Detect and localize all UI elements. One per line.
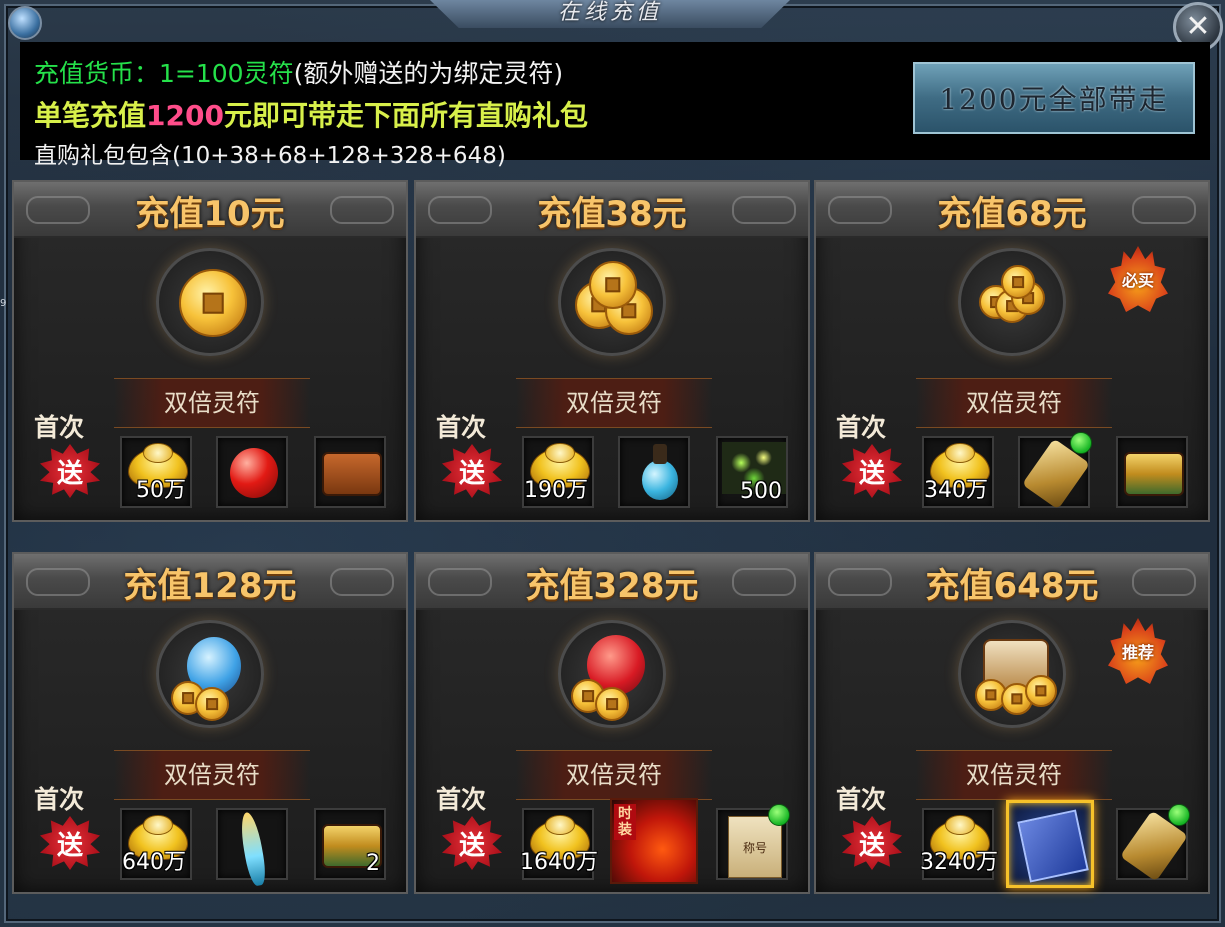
red-apple-icon [230,448,278,498]
reward-count: 2 [366,851,380,876]
bound-note: (额外赠送的为绑定灵符) [293,59,564,88]
gift-badge: 送 [842,816,902,870]
window-title: 在线充值 [557,0,662,25]
recharge-card-68: 充值68元 必买 双倍灵符 首次 送 340万 [814,180,1210,522]
reward-slot-apple[interactable] [216,436,288,508]
promo-line: 单笔充值1200元即可带走下面所有直购礼包 [34,94,588,134]
card-title: 充值128元 [123,566,297,606]
recharge-card-328: 充值328元 双倍灵符 首次 送 1640万 时装 称号 [414,552,810,894]
reward-count: 50万 [136,478,186,503]
promo-suffix: 元即可带走下面所有直购礼包 [223,99,588,132]
gift-badge: 送 [442,816,502,870]
must-buy-badge: 必买 [1108,246,1168,312]
gift-badge: 送 [442,444,502,498]
gift-badge: 送 [40,816,100,870]
reward-slot-gold[interactable]: 640万 [120,808,192,880]
card-header: 充值38元 [416,182,808,238]
card-header: 充值10元 [14,182,406,238]
exchange-rate-line: 充值货币：1=100灵符(额外赠送的为绑定灵符) [34,54,563,90]
first-time-label: 首次 [34,413,85,442]
first-time-label: 首次 [34,785,85,814]
fashion-tag: 时装 [614,804,636,840]
reward-slot-scroll[interactable] [1116,804,1190,882]
reward-count: 3240万 [920,850,998,875]
recharge-card-648: 充值648元 推荐 双倍灵符 首次 送 3240万 [814,552,1210,894]
reward-slot-gold[interactable]: 340万 [922,436,994,508]
reward-slot-gold[interactable]: 190万 [522,436,594,508]
reward-count: 1640万 [520,850,598,875]
recharge-card-38: 充值38元 双倍灵符 首次 送 190万 500 [414,180,810,522]
blue-potion-icon [634,444,678,502]
reward-slot-scroll[interactable] [1018,432,1092,510]
promo-amount: 1200 [146,99,224,132]
card-title: 充值68元 [937,194,1087,234]
buy-all-button[interactable]: 1200元全部带走 [913,62,1195,134]
double-rune-label: 双倍灵符 [516,750,712,800]
reward-slot-gold[interactable]: 3240万 [920,808,998,880]
new-indicator-icon [768,804,790,826]
new-indicator-icon [1070,432,1092,454]
first-time-label: 首次 [436,413,487,442]
side-number: 9 [0,298,7,309]
bronze-chest-icon [322,452,382,496]
new-indicator-icon [1168,804,1190,826]
coin-stack-icon[interactable] [558,248,666,356]
recharge-card-128: 充值128元 双倍灵符 首次 送 640万 2 [12,552,408,894]
double-rune-label: 双倍灵符 [114,378,310,428]
first-time-label: 首次 [436,785,487,814]
magic-book-icon [1017,809,1089,883]
reward-count: 500 [740,479,782,504]
golden-chest-icon [1124,452,1184,496]
card-title: 充值328元 [525,566,699,606]
card-title: 充值648元 [925,566,1099,606]
treasure-chest-coins-icon[interactable] [958,620,1066,728]
reward-slot-chest[interactable]: 2 [314,808,386,880]
card-header: 充值68元 [816,182,1208,238]
reward-count: 340万 [924,478,988,503]
first-time-label: 首次 [836,785,887,814]
reward-count: 190万 [524,478,588,503]
blade-icon [237,810,269,888]
card-header: 充值648元 [816,554,1208,610]
reward-slot-book[interactable] [1006,800,1094,888]
recharge-card-10: 充值10元 双倍灵符 首次 送 50万 [12,180,408,522]
reward-slot-sparkle[interactable]: 500 [716,436,788,508]
promo-prefix: 单笔充值 [34,99,147,132]
coin-string-icon[interactable] [958,248,1066,356]
reward-slot-title-scroll[interactable]: 称号 [716,804,790,880]
blue-coin-bag-icon[interactable] [156,620,264,728]
card-header: 充值128元 [14,554,406,610]
double-rune-label: 双倍灵符 [516,378,712,428]
card-title: 充值38元 [537,194,687,234]
double-rune-label: 双倍灵符 [114,750,310,800]
gift-badge: 送 [842,444,902,498]
single-coin-icon[interactable] [156,248,264,356]
exchange-rate-text: 充值货币：1=100灵符 [34,59,294,88]
card-title: 充值10元 [135,194,285,234]
fire-fashion-icon[interactable]: 时装 [610,798,698,884]
reward-slot-gold[interactable]: 1640万 [520,808,598,880]
double-rune-label: 双倍灵符 [916,378,1112,428]
reward-slot-chest[interactable] [1116,436,1188,508]
package-contents: 直购礼包包含(10+38+68+128+328+648) [34,143,506,169]
first-time-label: 首次 [836,413,887,442]
reward-count: 640万 [122,850,186,875]
corner-gem-icon [8,6,42,40]
red-coin-bag-icon[interactable] [558,620,666,728]
card-header: 充值328元 [416,554,808,610]
gift-badge: 送 [40,444,100,498]
double-rune-label: 双倍灵符 [916,750,1112,800]
reward-slot-chest[interactable] [314,436,386,508]
reward-slot-blade[interactable] [216,808,288,888]
recharge-info-panel: 充值货币：1=100灵符(额外赠送的为绑定灵符) 单笔充值1200元即可带走下面… [20,42,1210,169]
reward-slot-gold[interactable]: 50万 [120,436,192,508]
recommend-badge: 推荐 [1108,618,1168,684]
reward-slot-potion[interactable] [618,436,690,508]
title-scroll-icon: 称号 [728,816,782,878]
